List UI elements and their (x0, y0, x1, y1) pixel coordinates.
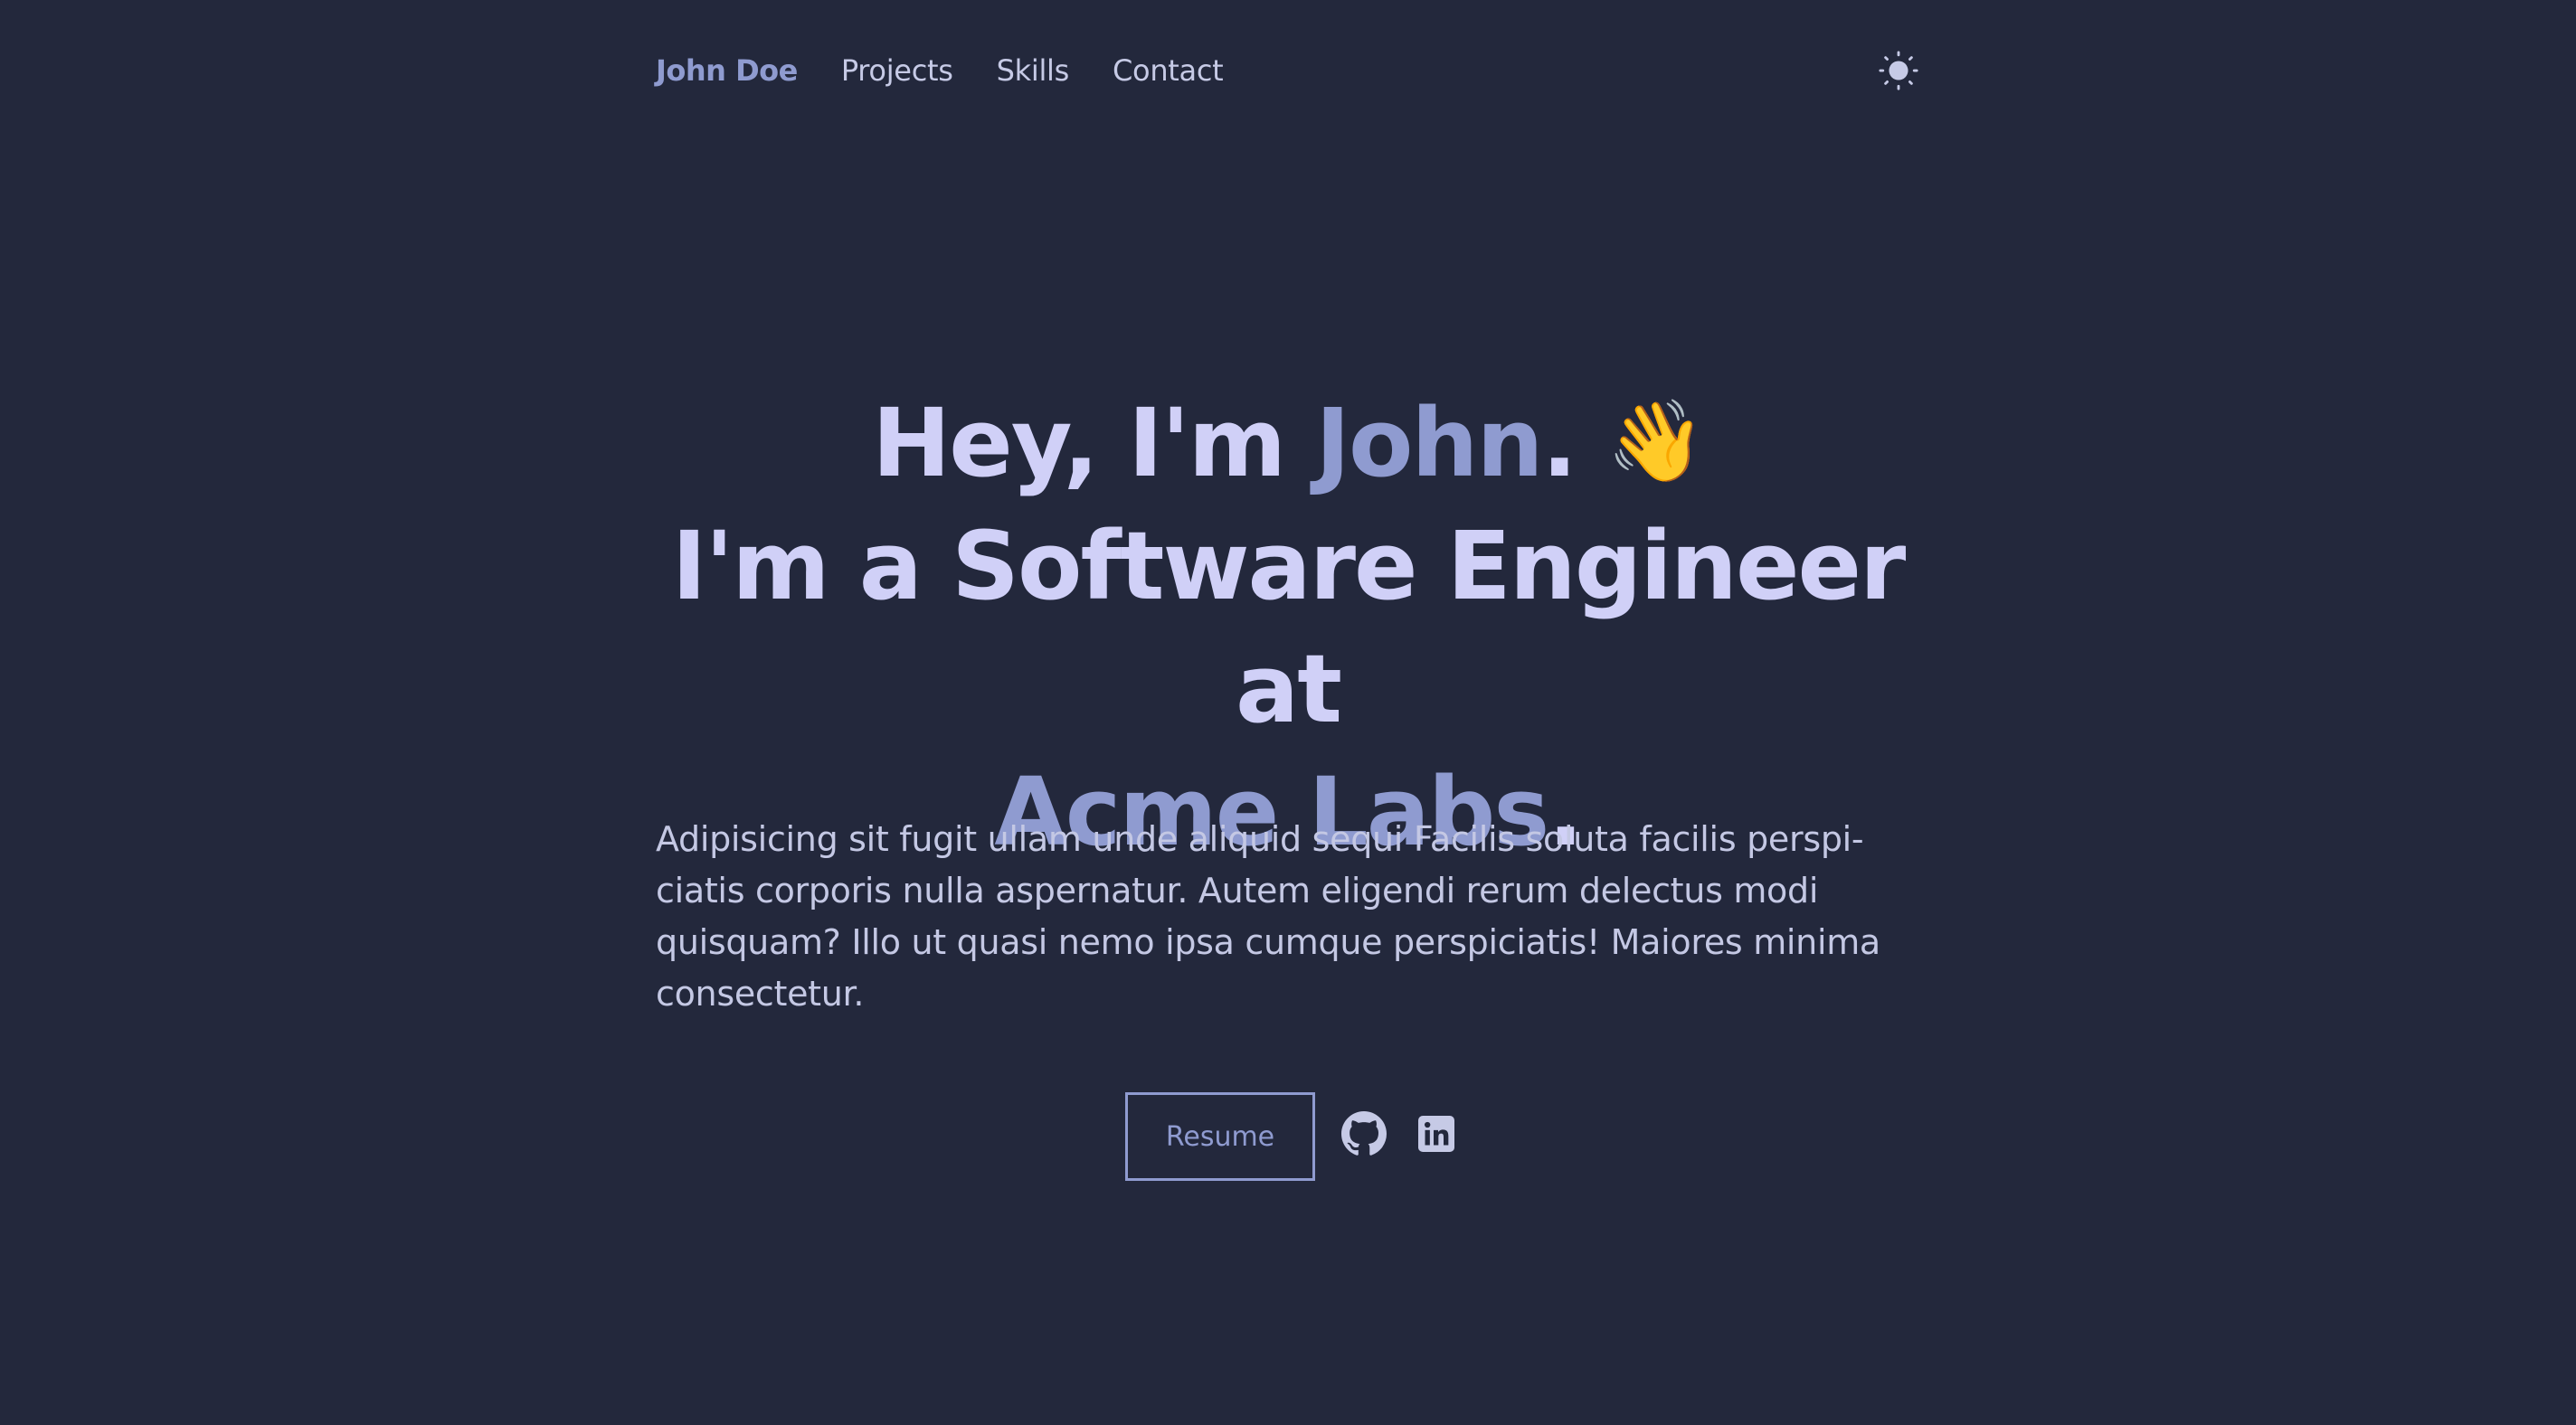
hero-headline: Hey, I'm John. 👋 I'm a Software Engineer… (656, 380, 1920, 873)
hero-section: Hey, I'm John. 👋 I'm a Software Engineer… (656, 380, 1920, 1181)
nav-brand-link[interactable]: John Doe (656, 53, 798, 88)
resume-button[interactable]: Resume (1125, 1092, 1315, 1181)
hero-actions: Resume (656, 1092, 1920, 1181)
greeting-suffix: . (1541, 388, 1577, 498)
sun-icon (1879, 51, 1918, 90)
github-link[interactable] (1339, 1109, 1389, 1159)
github-icon (1341, 1111, 1387, 1156)
linkedin-icon (1418, 1116, 1454, 1152)
bio-paragraph: Adipisicing sit fugit ullam unde aliquid… (656, 819, 1880, 1014)
top-nav: John Doe Projects Skills Contact (656, 43, 1920, 98)
theme-toggle-button[interactable] (1877, 49, 1920, 92)
nav-link-skills[interactable]: Skills (997, 53, 1070, 88)
waving-hand-icon: 👋 (1606, 394, 1706, 487)
greeting-name: John (1315, 388, 1543, 498)
role-line: I'm a Software Engineer at (671, 511, 1907, 744)
nav-link-contact[interactable]: Contact (1113, 53, 1224, 88)
linkedin-link[interactable] (1411, 1109, 1462, 1159)
nav-link-projects[interactable]: Projects (841, 53, 953, 88)
greeting-prefix: Hey, I'm (872, 388, 1316, 498)
